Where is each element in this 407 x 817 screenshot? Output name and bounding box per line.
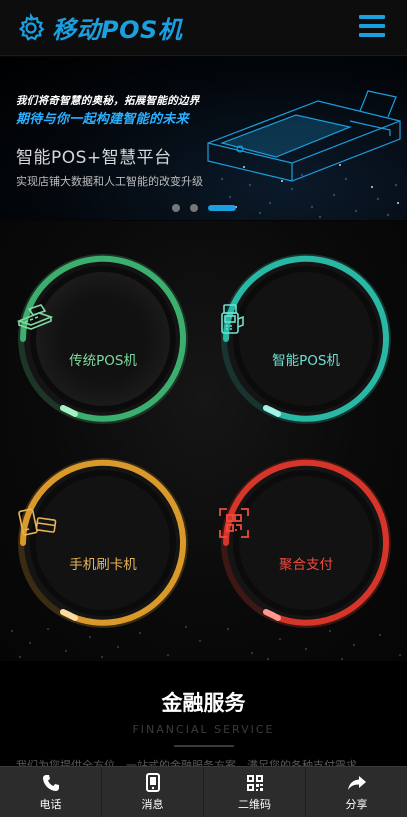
product-grid: 传统POS机 智能POS机 手机刷卡机 聚合支付 xyxy=(0,221,407,661)
menu-bar xyxy=(359,15,385,19)
carousel-dot[interactable] xyxy=(172,204,180,212)
section-title: 金融服务 xyxy=(161,691,246,715)
nav-item-qrcode[interactable]: 二维码 xyxy=(204,767,306,817)
qrcode-icon xyxy=(246,773,264,793)
app-title: 移动POS机 xyxy=(52,16,183,44)
phone-icon xyxy=(42,773,60,793)
menu-bar xyxy=(359,24,385,28)
divider xyxy=(174,745,234,747)
nav-label: 电话 xyxy=(39,797,62,811)
bottom-nav: 电话 消息 二维码 分享 xyxy=(0,766,407,817)
product-label: 手机刷卡机 xyxy=(69,557,137,573)
pos-terminal-illustration xyxy=(207,90,401,182)
carousel-dot[interactable] xyxy=(190,204,198,212)
banner-tagline: 我们将奇智慧的奥秘，拓展智能的边界 xyxy=(16,95,200,107)
carousel-dot-active[interactable] xyxy=(208,205,236,211)
product-aggregated-payment[interactable]: 聚合支付 xyxy=(218,455,394,631)
product-traditional-pos[interactable]: 传统POS机 xyxy=(15,251,191,427)
product-mobile-card-reader[interactable]: 手机刷卡机 xyxy=(15,455,191,631)
progress-ring xyxy=(18,458,188,628)
message-icon xyxy=(145,773,160,793)
nav-item-message[interactable]: 消息 xyxy=(102,767,204,817)
share-icon xyxy=(347,773,367,793)
banner-carousel[interactable]: 我们将奇智慧的奥秘，拓展智能的边界 期待与你一起构建智能的未来 智能POS+智慧… xyxy=(0,57,407,220)
banner-title: 智能POS+智慧平台 xyxy=(16,148,172,168)
section-subtitle: FINANCIAL SERVICE xyxy=(132,723,275,736)
progress-ring xyxy=(18,254,188,424)
nav-label: 分享 xyxy=(345,797,368,811)
nav-item-share[interactable]: 分享 xyxy=(306,767,407,817)
banner-subtitle: 实现店铺大数据和人工智能的改变升级 xyxy=(16,175,203,188)
product-label: 传统POS机 xyxy=(69,353,137,369)
nav-label: 消息 xyxy=(141,797,164,811)
product-label: 聚合支付 xyxy=(279,557,333,573)
nav-label: 二维码 xyxy=(238,797,271,811)
header: 移动POS机 xyxy=(0,0,407,56)
carousel-indicators xyxy=(172,204,246,212)
menu-bar xyxy=(359,33,385,37)
logo[interactable]: 移动POS机 xyxy=(16,10,182,45)
banner-slogan: 期待与你一起构建智能的未来 xyxy=(16,112,189,127)
product-label: 智能POS机 xyxy=(272,353,340,369)
financial-service-section: 金融服务 FINANCIAL SERVICE 我们为您提供全方位、一站式的金融服… xyxy=(0,661,407,772)
progress-ring xyxy=(221,458,391,628)
gear-icon xyxy=(18,12,45,41)
product-smart-pos[interactable]: 智能POS机 xyxy=(218,251,394,427)
page: 移动POS机 我们将奇智慧的奥秘，拓展智能的边界 期待与你一起构建智能的未来 智… xyxy=(0,0,407,817)
progress-ring xyxy=(221,254,391,424)
hamburger-menu-icon[interactable] xyxy=(359,15,385,37)
nav-item-phone[interactable]: 电话 xyxy=(0,767,102,817)
